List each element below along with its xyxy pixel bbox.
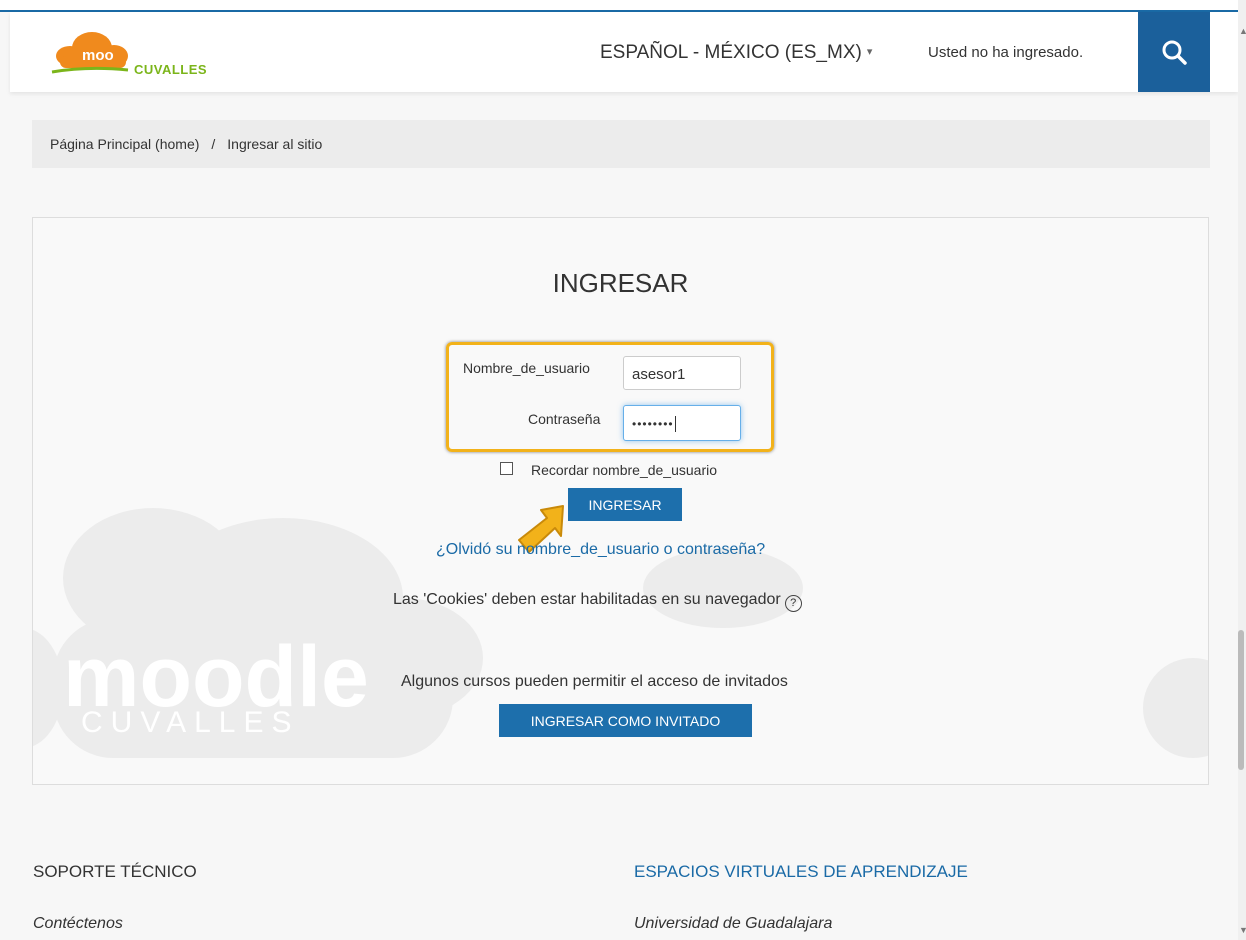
scrollbar-thumb[interactable] <box>1238 630 1244 770</box>
chevron-down-icon: ▾ <box>866 46 873 58</box>
login-submit-button[interactable]: INGRESAR <box>568 488 682 521</box>
footer-virtual-spaces-title: ESPACIOS VIRTUALES DE APRENDIZAJE <box>634 862 968 881</box>
scroll-down-icon[interactable]: ▼ <box>1239 925 1246 935</box>
language-label: ESPAÑOL - MÉXICO (ES_MX) <box>600 42 862 63</box>
breadcrumb: Página Principal (home) / Ingresar al si… <box>32 120 1210 168</box>
username-label: Nombre_de_usuario <box>463 360 590 376</box>
footer-support-title: SOPORTE TÉCNICO <box>33 862 197 881</box>
site-logo[interactable]: moo CUVALLES <box>48 26 207 78</box>
watermark-cuvalles-text: CUVALLES <box>81 706 300 739</box>
logo-text: CUVALLES <box>134 62 208 77</box>
login-card: moodle CUVALLES INGRESAR Nombre_de_usuar… <box>32 217 1209 785</box>
forgot-credentials-link[interactable]: ¿Olvidó su nombre_de_usuario o contraseñ… <box>436 541 765 559</box>
footer-contact-link[interactable]: Contéctenos <box>33 915 123 933</box>
password-label: Contraseña <box>528 411 601 427</box>
username-value: asesor1 <box>632 366 686 383</box>
password-mask: •••••••• <box>632 416 676 432</box>
password-input[interactable]: •••••••• <box>623 405 741 441</box>
help-icon[interactable]: ? <box>784 595 802 612</box>
cookies-notice: Las 'Cookies' deben estar habilitadas en… <box>393 591 802 612</box>
search-button[interactable] <box>1138 12 1210 92</box>
login-title: INGRESAR <box>552 268 689 298</box>
login-status: Usted no ha ingresado. <box>928 44 1084 61</box>
top-accent-bar <box>0 0 1246 12</box>
breadcrumb-separator: / <box>211 136 216 152</box>
page-scrollbar[interactable]: ▲ ▼ <box>1238 0 1246 940</box>
remember-username-checkbox[interactable] <box>500 462 513 475</box>
svg-text:moo: moo <box>82 47 114 64</box>
language-selector[interactable]: ESPAÑOL - MÉXICO (ES_MX) ▾ <box>600 42 872 64</box>
navbar: moo CUVALLES ESPAÑOL - MÉXICO (ES_MX) ▾ U… <box>10 12 1238 92</box>
scroll-up-icon[interactable]: ▲ <box>1239 26 1246 36</box>
breadcrumb-current: Ingresar al sitio <box>227 136 323 152</box>
guest-access-notice: Algunos cursos pueden permitir el acceso… <box>401 673 788 690</box>
search-icon <box>1162 40 1187 65</box>
breadcrumb-home-link[interactable]: Página Principal (home) <box>50 136 199 152</box>
username-input[interactable]: asesor1 <box>623 356 741 390</box>
footer-university-link[interactable]: Universidad de Guadalajara <box>634 915 832 933</box>
guest-login-button[interactable]: INGRESAR COMO INVITADO <box>499 704 752 737</box>
remember-username-label: Recordar nombre_de_usuario <box>531 462 717 478</box>
